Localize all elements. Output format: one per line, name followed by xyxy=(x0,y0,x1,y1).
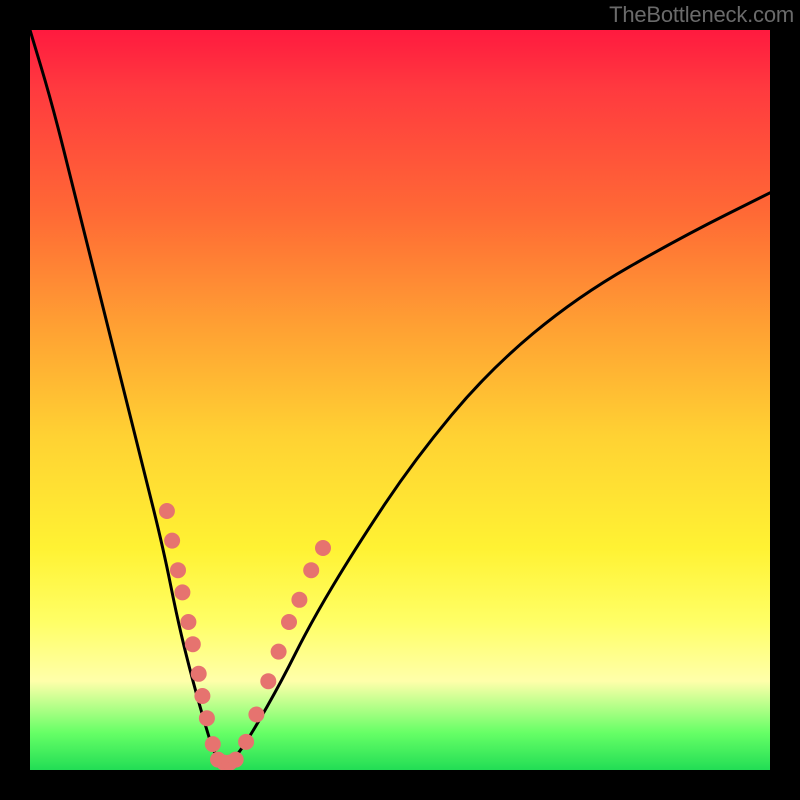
plot-svg xyxy=(30,30,770,770)
marker-dot xyxy=(159,503,175,519)
marker-dot xyxy=(170,562,186,578)
chart-stage: TheBottleneck.com xyxy=(0,0,800,800)
marker-dot xyxy=(271,644,287,660)
marker-dot xyxy=(191,666,207,682)
marker-dot xyxy=(185,636,201,652)
marker-dot xyxy=(315,540,331,556)
marker-dot xyxy=(199,710,215,726)
marker-dot xyxy=(291,592,307,608)
marker-dot xyxy=(194,688,210,704)
marker-dot xyxy=(281,614,297,630)
marker-dot xyxy=(174,584,190,600)
marker-dot xyxy=(248,707,264,723)
marker-dot xyxy=(228,752,244,768)
marker-dot xyxy=(205,736,221,752)
marker-dot xyxy=(238,734,254,750)
marker-dot xyxy=(180,614,196,630)
attribution-text: TheBottleneck.com xyxy=(609,2,794,28)
marker-dot xyxy=(260,673,276,689)
marker-dot xyxy=(303,562,319,578)
bottleneck-curve xyxy=(30,30,770,763)
plot-area xyxy=(30,30,770,770)
marker-dot xyxy=(164,533,180,549)
